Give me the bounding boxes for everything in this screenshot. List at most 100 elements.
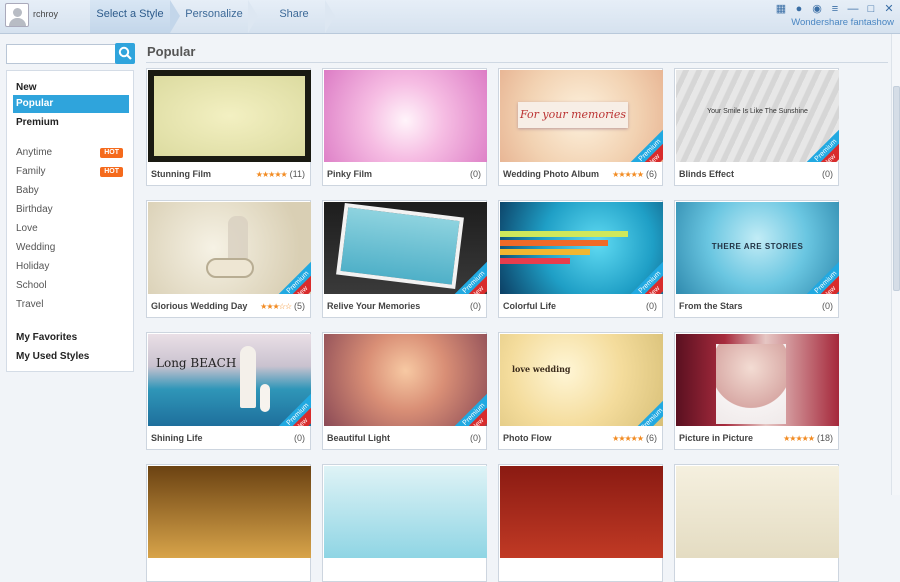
chat-icon[interactable]: ● bbox=[792, 3, 806, 16]
thumbnail bbox=[148, 466, 311, 558]
premium-new-ribbon: Premium New bbox=[805, 128, 839, 162]
thumbnail: For your memories Premium New bbox=[500, 70, 663, 162]
style-card[interactable] bbox=[322, 464, 487, 582]
thumbnail: Premium New bbox=[324, 202, 487, 294]
section-title: Popular bbox=[147, 44, 196, 59]
style-card-picture-in-picture[interactable]: Picture in Picture ★★★★★ (18) bbox=[674, 332, 839, 450]
sidebar-item-family[interactable]: Family HOT bbox=[13, 163, 129, 181]
card-rating: (0) bbox=[822, 169, 833, 179]
rating-count: (11) bbox=[289, 169, 305, 179]
style-card-photo-flow[interactable]: love wedding Premium Photo Flow ★★★★★ (6) bbox=[498, 332, 663, 450]
rating-count: (0) bbox=[822, 301, 833, 311]
rating-count: (0) bbox=[470, 433, 481, 443]
thumbnail: Premium New bbox=[324, 334, 487, 426]
rating-stars: ★★★★★ bbox=[612, 434, 644, 443]
thumbnail bbox=[324, 466, 487, 558]
sidebar-item-my-used-styles[interactable]: My Used Styles bbox=[13, 348, 129, 366]
rating-count: (6) bbox=[646, 433, 657, 443]
rating-stars: ★★★★★ bbox=[783, 434, 815, 443]
premium-new-ribbon: Premium New bbox=[277, 392, 311, 426]
style-card-stunning-film[interactable]: Stunning Film ★★★★★ (11) bbox=[146, 68, 311, 186]
rating-stars: ★★★★★ bbox=[255, 170, 288, 179]
overlay-text: THERE ARE STORIES bbox=[711, 242, 804, 251]
card-title: Relive Your Memories bbox=[327, 301, 421, 311]
premium-new-ribbon: Premium New bbox=[453, 260, 487, 294]
sidebar-item-holiday[interactable]: Holiday bbox=[13, 258, 129, 276]
brand-label: Wondershare fantashow bbox=[791, 17, 894, 28]
sidebar-item-popular[interactable]: Popular bbox=[13, 95, 129, 113]
sidebar-item-anytime[interactable]: Anytime HOT bbox=[13, 144, 129, 162]
premium-new-ribbon: Premium New bbox=[629, 260, 663, 294]
card-title: Shining Life bbox=[151, 433, 203, 443]
sidebar-item-wedding[interactable]: Wedding bbox=[13, 239, 129, 257]
style-card[interactable] bbox=[674, 464, 839, 582]
premium-new-ribbon: Premium New bbox=[805, 260, 839, 294]
rating-count: (18) bbox=[816, 433, 833, 443]
style-card-from-the-stars[interactable]: THERE ARE STORIES Premium New From the St… bbox=[674, 200, 839, 318]
thumbnail: love wedding Premium bbox=[500, 334, 663, 426]
sidebar-item-travel[interactable]: Travel bbox=[13, 296, 129, 314]
scrollbar-thumb[interactable] bbox=[893, 86, 900, 291]
card-title: Beautiful Light bbox=[327, 433, 390, 443]
maximize-icon[interactable]: □ bbox=[864, 3, 878, 16]
style-card-relive-your-memories[interactable]: Premium New Relive Your Memories (0) bbox=[322, 200, 487, 318]
card-rating: ★★★☆☆ (5) bbox=[260, 301, 305, 311]
step-arrow bbox=[325, 0, 335, 33]
grid-icon[interactable]: ▦ bbox=[774, 3, 788, 16]
username-label: rchroy bbox=[33, 9, 59, 19]
style-card-wedding-photo-album[interactable]: For your memories Premium New Wedding Pho… bbox=[498, 68, 663, 186]
sidebar-item-birthday[interactable]: Birthday bbox=[13, 201, 129, 219]
step-personalize[interactable]: Personalize bbox=[175, 0, 253, 33]
sidebar-item-my-favorites[interactable]: My Favorites bbox=[13, 329, 129, 347]
style-card-beautiful-light[interactable]: Premium New Beautiful Light (0) bbox=[322, 332, 487, 450]
card-title: Colorful Life bbox=[503, 301, 556, 311]
card-title: Wedding Photo Album bbox=[503, 169, 599, 179]
overlay-text: For your memories bbox=[518, 102, 628, 128]
search-button[interactable] bbox=[115, 43, 135, 64]
menu-icon[interactable]: ≡ bbox=[828, 3, 842, 16]
close-icon[interactable]: ✕ bbox=[882, 3, 896, 16]
sidebar-item-baby[interactable]: Baby bbox=[13, 182, 129, 200]
card-rating: ★★★★★ (6) bbox=[612, 433, 657, 443]
thumbnail bbox=[324, 70, 487, 162]
step-share[interactable]: Share bbox=[258, 0, 330, 33]
rating-count: (6) bbox=[646, 169, 657, 179]
premium-new-ribbon: Premium New bbox=[277, 260, 311, 294]
style-card-shining-life[interactable]: Long BEACH Premium New Shining Life (0) bbox=[146, 332, 311, 450]
card-title: Photo Flow bbox=[503, 433, 552, 443]
sidebar-item-school[interactable]: School bbox=[13, 277, 129, 295]
style-card[interactable] bbox=[146, 464, 311, 582]
step-select-style[interactable]: Select a Style bbox=[90, 0, 170, 33]
style-card-glorious-wedding-day[interactable]: Premium New Glorious Wedding Day ★★★☆☆ (5) bbox=[146, 200, 311, 318]
sidebar-item-label: Family bbox=[16, 166, 46, 177]
style-card-colorful-life[interactable]: Premium New Colorful Life (0) bbox=[498, 200, 663, 318]
message-icon[interactable]: ◉ bbox=[810, 3, 824, 16]
minimize-icon[interactable]: — bbox=[846, 3, 860, 16]
sidebar-item-love[interactable]: Love bbox=[13, 220, 129, 238]
card-title: Stunning Film bbox=[151, 169, 211, 179]
premium-new-ribbon: Premium New bbox=[629, 128, 663, 162]
rating-count: (0) bbox=[822, 169, 833, 179]
card-title: From the Stars bbox=[679, 301, 743, 311]
style-card-blinds-effect[interactable]: Your Smile Is Like The Sunshine Premium N… bbox=[674, 68, 839, 186]
thumbnail bbox=[676, 466, 839, 558]
card-rating: ★★★★★ (11) bbox=[256, 169, 305, 179]
card-title: Blinds Effect bbox=[679, 169, 735, 179]
rating-count: (0) bbox=[646, 301, 657, 311]
thumbnail: THERE ARE STORIES Premium New bbox=[676, 202, 839, 294]
rating-count: (0) bbox=[470, 301, 481, 311]
card-rating: (0) bbox=[294, 433, 305, 443]
card-rating: (0) bbox=[646, 301, 657, 311]
card-rating: (0) bbox=[470, 169, 481, 179]
thumbnail: Your Smile Is Like The Sunshine Premium N… bbox=[676, 70, 839, 162]
search-input[interactable] bbox=[6, 44, 116, 64]
thumbnail bbox=[148, 70, 311, 162]
scrollbar[interactable] bbox=[891, 34, 900, 495]
avatar[interactable] bbox=[5, 3, 29, 27]
style-card-pinky-film[interactable]: Pinky Film (0) bbox=[322, 68, 487, 186]
divider bbox=[146, 62, 888, 63]
sidebar-item-premium[interactable]: Premium bbox=[13, 114, 129, 132]
style-card[interactable] bbox=[498, 464, 663, 582]
step-arrow bbox=[248, 0, 258, 33]
card-rating: (0) bbox=[470, 433, 481, 443]
